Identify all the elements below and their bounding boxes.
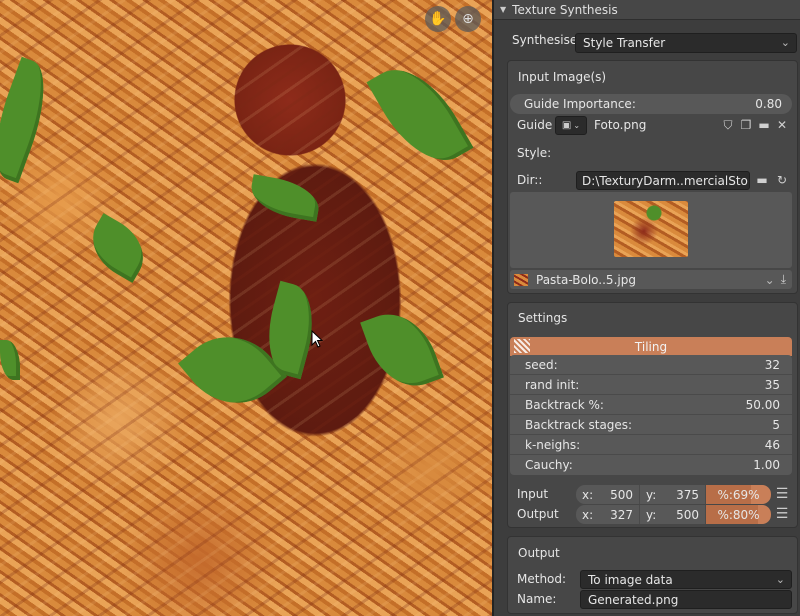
chevron-down-icon[interactable]: ⌄ [765, 273, 775, 287]
collapse-triangle-icon[interactable]: ▼ [500, 5, 506, 14]
k-neighs-field[interactable]: k-neighs: 46 [510, 435, 792, 455]
y-label: y: [646, 487, 657, 502]
method-value: To image data [588, 572, 673, 587]
method-label: Method: [517, 572, 567, 586]
name-label: Name: [517, 592, 557, 606]
list-icon[interactable]: ☰ [774, 486, 790, 502]
tiling-label: Tiling [634, 339, 668, 354]
guide-file-field[interactable]: Foto.png [589, 115, 709, 135]
guide-file-name: Foto.png [594, 118, 647, 132]
image-viewport[interactable]: ✋ ⊕ [0, 0, 492, 616]
output-size-label: Output [517, 507, 559, 521]
method-dropdown[interactable]: To image data ⌄ [580, 570, 792, 589]
panel-title: Texture Synthesis [512, 2, 618, 17]
chevron-down-icon: ⌄ [775, 573, 785, 586]
input-size-label: Input [517, 487, 549, 501]
prop-value: 5 [772, 417, 780, 432]
dir-field[interactable]: D:\TexturyDarm..mercialStolen\ [576, 171, 750, 190]
style-image-thumbnail[interactable] [614, 201, 688, 257]
settings-props: seed: 32 rand init: 35 Backtrack %: 50.00 B… [510, 355, 792, 475]
prop-label: Backtrack %: [525, 397, 604, 412]
backtrack-percent-field[interactable]: Backtrack %: 50.00 [510, 395, 792, 415]
image-icon: ▣ [561, 119, 572, 131]
output-title: Output [518, 546, 560, 560]
fake-user-shield-icon[interactable]: ⛉ [719, 116, 737, 134]
mouse-cursor-icon [311, 330, 323, 348]
folder-icon[interactable]: ▬ [755, 116, 773, 134]
guide-label: Guide [517, 118, 553, 132]
chevron-down-icon: ⌄ [573, 120, 581, 130]
prop-label: rand init: [525, 377, 580, 392]
guide-importance-slider[interactable]: Guide Importance: 0.80 [510, 94, 792, 114]
prop-value: 1.00 [753, 458, 780, 472]
guide-importance-value: 0.80 [755, 97, 782, 111]
dir-value: D:\TexturyDarm..mercialStolen\ [582, 173, 749, 188]
hand-icon[interactable]: ✋ [425, 6, 451, 32]
output-y-field[interactable]: y: 500 [640, 505, 706, 524]
input-size-vector[interactable]: x: 500 y: 375 %: 69% [576, 485, 771, 504]
synthesise-dropdown[interactable]: Style Transfer ⌄ [575, 33, 797, 53]
name-value: Generated.png [588, 592, 679, 607]
pct-value: 69% [732, 487, 760, 502]
prop-value: 46 [764, 437, 780, 452]
image-type-selector[interactable]: ▣ ⌄ [555, 115, 587, 135]
folder-icon[interactable]: ▬ [753, 171, 771, 189]
prop-value: 32 [764, 357, 780, 372]
rand-init-field[interactable]: rand init: 35 [510, 375, 792, 395]
seed-field[interactable]: seed: 32 [510, 355, 792, 375]
input-images-title: Input Image(s) [518, 70, 607, 84]
y-value: 375 [676, 487, 699, 502]
cauchy-field[interactable]: Cauchy: 1.00 [510, 455, 792, 475]
x-value: 500 [610, 487, 633, 502]
x-label: x: [582, 507, 594, 522]
list-icon[interactable]: ☰ [774, 506, 790, 522]
tiling-toggle[interactable]: Tiling [510, 337, 792, 356]
prop-value: 50.00 [745, 397, 780, 412]
output-x-field[interactable]: x: 327 [576, 505, 640, 524]
output-percent-slider[interactable]: %: 80% [706, 505, 771, 524]
prop-label: Cauchy: [525, 458, 573, 472]
x-label: x: [582, 487, 594, 502]
zoom-icon[interactable]: ⊕ [455, 6, 481, 32]
tiling-icon [514, 339, 530, 353]
style-file-name: Pasta-Bolo..5.jpg [536, 272, 636, 287]
duplicate-icon[interactable]: ❐ [737, 116, 755, 134]
pct-label: %: [717, 487, 733, 502]
input-percent-slider[interactable]: %: 69% [706, 485, 771, 504]
pct-value: 80% [732, 507, 760, 522]
prop-value: 35 [764, 377, 780, 392]
prop-label: Backtrack stages: [525, 417, 633, 432]
input-x-field[interactable]: x: 500 [576, 485, 640, 504]
backtrack-stages-field[interactable]: Backtrack stages: 5 [510, 415, 792, 435]
download-icon[interactable]: ⤓ [781, 272, 786, 287]
image-thumbnail-icon [514, 273, 528, 286]
dir-label: Dir:: [517, 173, 543, 187]
pct-label: %: [717, 507, 733, 522]
y-value: 500 [676, 507, 699, 522]
synthesise-value: Style Transfer [583, 36, 666, 50]
synthesise-label: Synthesise: [512, 33, 582, 47]
close-icon[interactable]: ✕ [773, 116, 791, 134]
prop-label: seed: [525, 357, 558, 372]
settings-title: Settings [518, 311, 568, 325]
refresh-icon[interactable]: ↻ [773, 171, 791, 189]
panel-header[interactable]: ▼ Texture Synthesis [494, 0, 800, 20]
guide-importance-label: Guide Importance: [524, 97, 636, 111]
chevron-down-icon: ⌄ [780, 36, 790, 49]
output-size-vector[interactable]: x: 327 y: 500 %: 80% [576, 505, 771, 524]
name-field[interactable]: Generated.png [580, 590, 792, 609]
x-value: 327 [610, 507, 633, 522]
prop-label: k-neighs: [525, 437, 581, 452]
y-label: y: [646, 507, 657, 522]
input-y-field[interactable]: y: 375 [640, 485, 706, 504]
style-label: Style: [517, 146, 552, 160]
